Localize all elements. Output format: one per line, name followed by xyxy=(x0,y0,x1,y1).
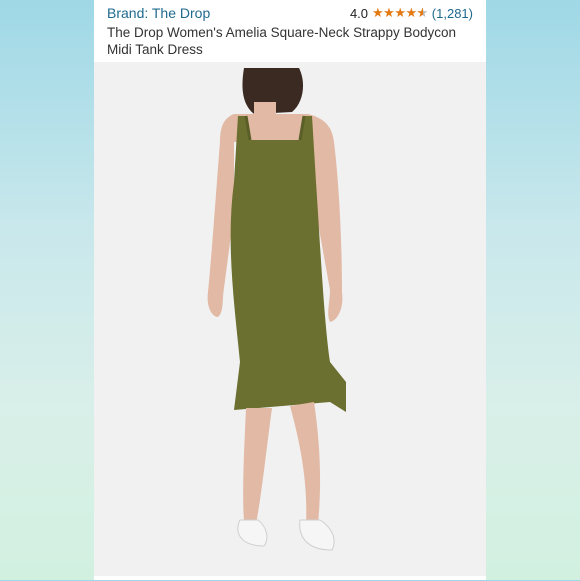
star-icon: ★ xyxy=(405,5,417,20)
review-count-link[interactable]: (1,281) xyxy=(432,6,473,21)
right-shoe xyxy=(299,519,335,551)
product-image[interactable] xyxy=(94,62,486,576)
left-leg xyxy=(243,408,272,524)
star-rating-icon: ★ ★ ★ ★ ★ xyxy=(372,5,428,21)
left-arm xyxy=(207,114,234,317)
star-icon: ★ xyxy=(383,5,395,20)
rating-summary[interactable]: 4.0 ★ ★ ★ ★ ★ (1,281) xyxy=(350,5,473,21)
star-icon: ★ xyxy=(372,5,384,20)
right-leg xyxy=(290,402,321,524)
brand-link[interactable]: Brand: The Drop xyxy=(107,5,210,21)
product-title: The Drop Women's Amelia Square-Neck Stra… xyxy=(107,25,456,57)
bottom-strip xyxy=(94,576,486,580)
half-star-icon: ★ xyxy=(417,5,429,21)
model-photo xyxy=(207,68,346,551)
product-card: Brand: The Drop 4.0 ★ ★ ★ ★ ★ (1,281) Th… xyxy=(94,0,486,580)
left-shoe xyxy=(237,519,268,547)
star-icon: ★ xyxy=(394,5,406,20)
product-header: Brand: The Drop 4.0 ★ ★ ★ ★ ★ (1,281) Th… xyxy=(94,0,486,62)
rating-value: 4.0 xyxy=(349,5,369,21)
